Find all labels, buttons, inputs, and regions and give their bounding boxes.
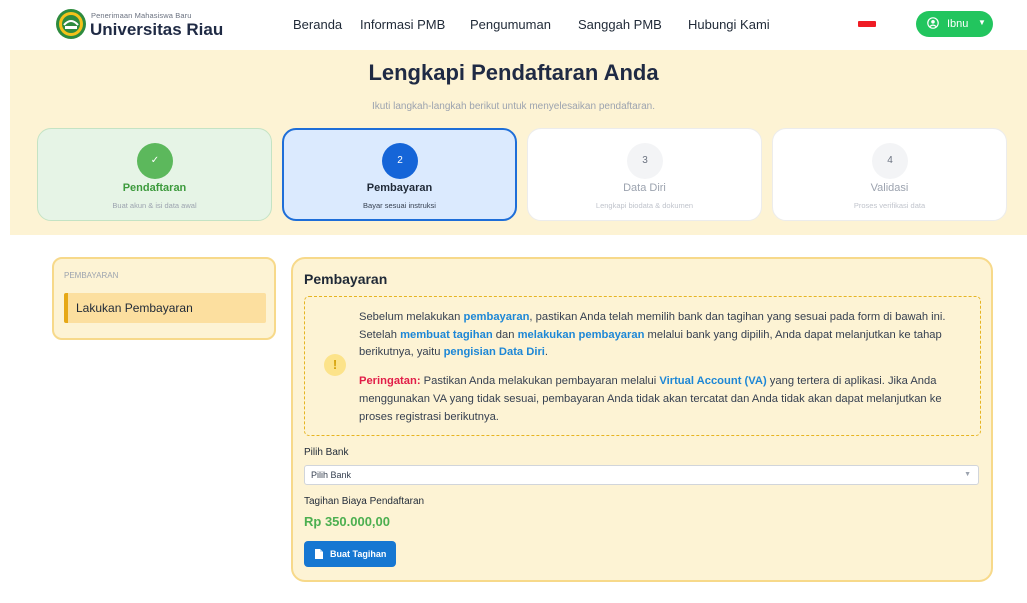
user-menu-button[interactable]: Ibnu ▼ — [916, 11, 993, 37]
step-pembayaran[interactable]: 2 Pembayaran Bayar sesuai instruksi — [282, 128, 517, 221]
chevron-down-icon: ▼ — [964, 471, 971, 478]
step-description: Bayar sesuai instruksi — [363, 201, 436, 210]
create-invoice-button[interactable]: Buat Tagihan — [304, 541, 396, 567]
sidebar-menu: PEMBAYARAN Lakukan Pembayaran — [52, 257, 276, 340]
highlight-pembayaran: pembayaran — [463, 311, 530, 323]
highlight-virtual-account: Virtual Account (VA) — [659, 375, 767, 388]
bank-select[interactable]: Pilih Bank ▼ — [304, 465, 979, 485]
sidebar-heading: PEMBAYARAN — [64, 271, 119, 280]
alert-paragraph: Sebelum melakukan pembayaran, pastikan A… — [359, 309, 959, 362]
warning-icon: ! — [324, 354, 346, 376]
alert-text-segment: dan — [492, 328, 518, 341]
warning-label: Peringatan: — [359, 375, 421, 388]
payment-card: Pembayaran ! Sebelum melakukan pembayara… — [291, 257, 993, 582]
page-subtitle: Ikuti langkah-langkah berikut untuk meny… — [372, 101, 655, 112]
fee-label: Tagihan Biaya Pendaftaran — [304, 496, 425, 507]
step-description: Proses verifikasi data — [853, 201, 926, 210]
step-description: Lengkapi biodata & dokumen — [595, 201, 694, 210]
step-number: 3 — [627, 143, 663, 179]
bank-select-value: Pilih Bank — [311, 470, 352, 480]
nav-informasi-pmb[interactable]: Informasi PMB — [360, 17, 445, 32]
step-title: Pembayaran — [366, 182, 433, 194]
alert-text: Sebelum melakukan pembayaran, pastikan A… — [359, 309, 959, 426]
highlight-melakukan-pembayaran: melakukan pembayaran — [517, 328, 645, 341]
step-number: 4 — [872, 143, 908, 179]
alert-text-segment: . — [544, 346, 549, 359]
alert-text-segment: Sebelum melakukan — [359, 311, 464, 323]
top-navbar: Penerimaan Mahasiswa Baru Universitas Ri… — [0, 0, 1027, 50]
chevron-down-icon: ▼ — [978, 18, 986, 27]
user-circle-icon — [927, 17, 939, 29]
user-name: Ibnu — [947, 18, 969, 30]
sidebar-item-label: Lakukan Pembayaran — [76, 301, 193, 315]
step-title: Pendaftaran — [122, 182, 187, 194]
alert-text-segment: Pastikan Anda melakukan pembayaran melal… — [420, 375, 660, 388]
step-validasi[interactable]: 4 Validasi Proses verifikasi data — [772, 128, 1007, 221]
card-title: Pembayaran — [304, 271, 388, 287]
nav-hubungi-kami[interactable]: Hubungi Kami — [688, 17, 770, 32]
step-pendaftaran[interactable]: ✓ Pendaftaran Buat akun & isi data awal — [37, 128, 272, 221]
nav-sanggah-pmb[interactable]: Sanggah PMB — [578, 17, 662, 32]
check-icon: ✓ — [137, 143, 173, 179]
info-alert: ! Sebelum melakukan pembayaran, pastikan… — [304, 296, 981, 436]
step-description: Buat akun & isi data awal — [112, 201, 197, 210]
bank-label: Pilih Bank — [304, 447, 349, 458]
document-icon — [315, 549, 323, 559]
nav-beranda[interactable]: Beranda — [293, 17, 342, 32]
step-data-diri[interactable]: 3 Data Diri Lengkapi biodata & dokumen — [527, 128, 762, 221]
language-flag-icon[interactable] — [858, 21, 876, 27]
page-title: Lengkapi Pendaftaran Anda — [368, 60, 659, 85]
highlight-membuat-tagihan: membuat tagihan — [400, 328, 493, 341]
highlight-pengisian-data-diri: pengisian Data Diri — [443, 346, 545, 359]
step-number: 2 — [382, 143, 418, 179]
alert-warning-paragraph: Peringatan: Pastikan Anda melakukan pemb… — [359, 373, 959, 426]
brand-name[interactable]: Universitas Riau — [90, 20, 223, 40]
step-title: Validasi — [870, 182, 909, 194]
button-label: Buat Tagihan — [330, 549, 387, 559]
sidebar-item-lakukan-pembayaran[interactable]: Lakukan Pembayaran — [64, 293, 266, 323]
step-title: Data Diri — [623, 182, 666, 194]
nav-pengumuman[interactable]: Pengumuman — [470, 17, 551, 32]
university-logo[interactable] — [55, 8, 87, 40]
fee-amount: Rp 350.000,00 — [304, 514, 391, 529]
brand-subtitle: Penerimaan Mahasiswa Baru — [91, 11, 192, 20]
